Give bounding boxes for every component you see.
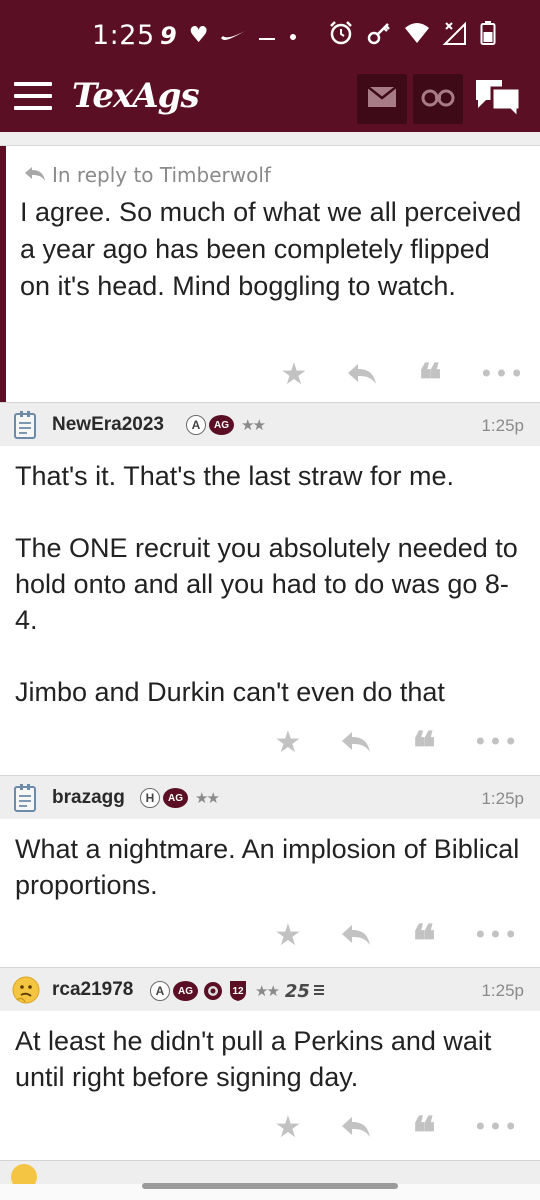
battery-icon (480, 20, 496, 50)
post-time: 1:25p (481, 789, 524, 808)
app-header: TexAgs (0, 70, 540, 132)
reply-icon[interactable] (336, 1107, 376, 1147)
gesture-handle[interactable] (142, 1183, 398, 1189)
post-body: That's it. That's the last straw for me.… (15, 461, 518, 707)
post-body: What a nightmare. An implosion of Biblic… (15, 834, 520, 900)
key-icon (366, 20, 392, 50)
ag-badge: AG (173, 981, 198, 1001)
shield-12-badge: 12 (228, 980, 248, 1002)
status-badge: A (150, 981, 170, 1001)
more-icon[interactable]: ••• (473, 1107, 517, 1147)
star-icon[interactable]: ★ (268, 1107, 308, 1147)
status-left-icons: 9 ♥ (160, 22, 298, 50)
ag-badge: AG (163, 788, 188, 808)
star-icon[interactable]: ★ (268, 915, 308, 955)
star-icon[interactable]: ★ (268, 722, 308, 762)
quote-icon[interactable]: ❝ (410, 354, 450, 403)
wifi-icon (404, 22, 430, 48)
quote-icon[interactable]: ❝ (404, 722, 444, 771)
heart-icon: ♥ (188, 23, 209, 48)
post-time: 1:25p (481, 981, 524, 1000)
ag-badge: AG (209, 415, 234, 435)
binoculars-button[interactable] (413, 74, 463, 124)
texags-logo[interactable]: TexAgs (72, 76, 200, 116)
years-badge-lines-icon (313, 982, 325, 1001)
rank-stars: ★★ (241, 416, 266, 434)
highlighted-reply-post: In reply to Timberwolf I agree. So much … (0, 146, 540, 403)
thread-feed[interactable]: In reply to Timberwolf I agree. So much … (0, 132, 540, 1184)
rank-stars: ★★ (195, 789, 220, 807)
reply-icon[interactable] (336, 722, 376, 762)
post-header: rca21978 A AG 12 ★★ 25 1:25p (0, 967, 540, 1011)
emoji-avatar-icon (11, 1164, 37, 1184)
mail-button[interactable] (357, 74, 407, 124)
username[interactable]: rca21978 (52, 979, 133, 1001)
user-badges: A AG 12 ★★ 25 (150, 980, 325, 1002)
reply-arrow-icon (24, 163, 46, 187)
username[interactable]: brazagg (52, 787, 125, 809)
post-actions: ★ ❝ ••• (0, 722, 540, 771)
dash-icon (258, 27, 276, 46)
ring-badge-icon (201, 981, 225, 1001)
status-bar: 1:25 9 ♥ (0, 0, 540, 70)
notepad-icon[interactable] (12, 784, 38, 812)
quote-icon[interactable]: ❝ (404, 915, 444, 964)
more-icon[interactable]: ••• (473, 915, 517, 955)
more-icon[interactable]: ••• (473, 722, 517, 762)
status-badge: A (186, 415, 206, 435)
chat-bubbles-icon[interactable] (472, 76, 524, 122)
binoculars-icon (421, 87, 455, 111)
post-newera2023: NewEra2023 A AG ★★ 1:25p That's it. That… (0, 402, 540, 775)
status-right-icons (328, 20, 496, 50)
status-time: 1:25 (92, 20, 155, 51)
post-body: I agree. So much of what we all perceive… (20, 197, 522, 301)
username[interactable]: NewEra2023 (52, 414, 164, 436)
status-badge: H (140, 788, 160, 808)
post-time: 1:25p (481, 416, 524, 435)
no-signal-icon (442, 20, 468, 50)
star-icon[interactable]: ★ (274, 354, 314, 394)
reply-icon[interactable] (342, 354, 382, 394)
reply-icon[interactable] (336, 915, 376, 955)
next-post-header-clipped (0, 1160, 540, 1184)
mail-icon (367, 86, 397, 112)
post-actions: ★ ❝ ••• (6, 354, 540, 403)
post-brazagg: brazagg H AG ★★ 1:25p What a nightmare. … (0, 775, 540, 967)
notepad-icon[interactable] (12, 411, 38, 439)
quote-icon[interactable]: ❝ (404, 1107, 444, 1156)
user-badges: H AG ★★ (140, 788, 220, 808)
more-icon[interactable]: ••• (479, 354, 523, 394)
post-actions: ★ ❝ ••• (0, 915, 540, 964)
post-actions: ★ ❝ ••• (0, 1107, 540, 1156)
years-badge: 25 (284, 980, 310, 1002)
post-header: NewEra2023 A AG ★★ 1:25p (0, 402, 540, 446)
nike-swoosh-icon (220, 27, 246, 46)
post-rca21978: rca21978 A AG 12 ★★ 25 1:25p At least he… (0, 967, 540, 1160)
alarm-icon (328, 20, 354, 50)
thinking-emoji-icon[interactable] (12, 976, 40, 1004)
reply-to-text: In reply to Timberwolf (52, 163, 271, 187)
previous-post-header-clipped (0, 132, 540, 146)
shield-badge-number: 12 (232, 985, 244, 997)
user-badges: A AG ★★ (186, 415, 266, 435)
reply-to-link[interactable]: In reply to Timberwolf (24, 163, 271, 187)
rank-stars: ★★ (255, 982, 280, 1000)
hamburger-icon[interactable] (14, 82, 52, 112)
nfl-49ers-icon: 9 (160, 22, 177, 50)
dot-icon (288, 27, 298, 46)
post-header: brazagg H AG ★★ 1:25p (0, 775, 540, 819)
post-body: At least he didn't pull a Perkins and wa… (15, 1026, 492, 1092)
